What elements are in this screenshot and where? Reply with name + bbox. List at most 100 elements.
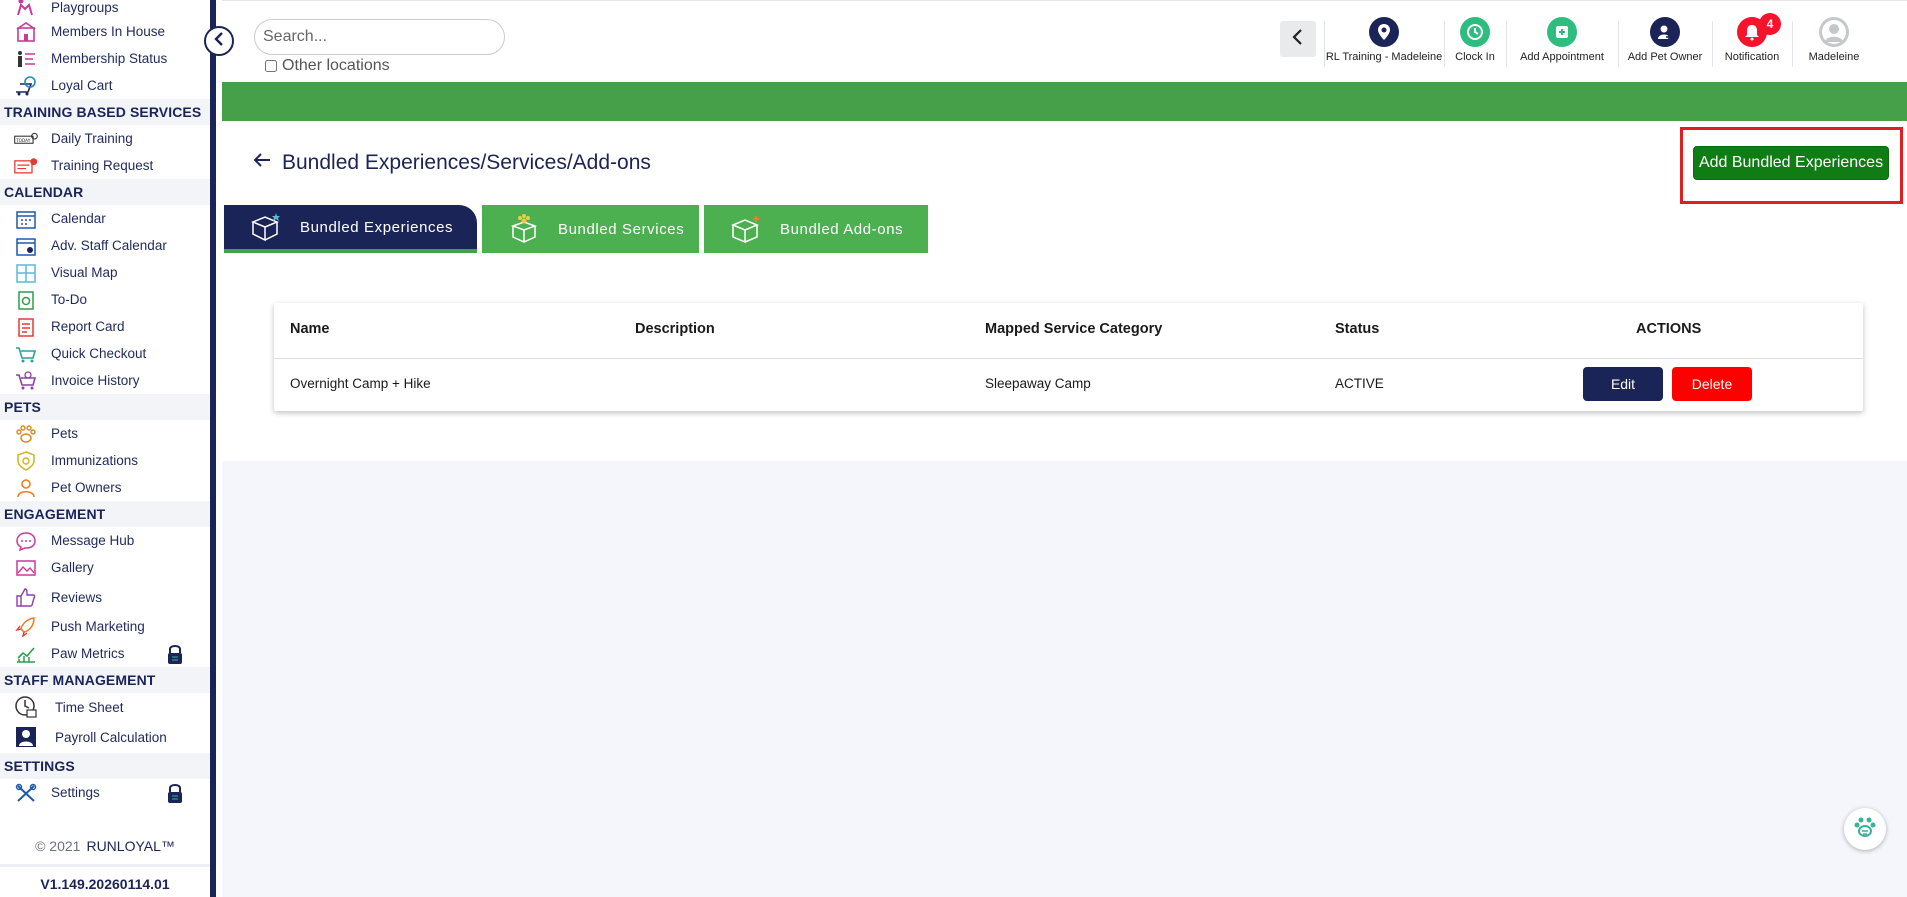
- sidebar-item-daily-training[interactable]: TODAY Daily Training: [0, 125, 210, 152]
- add-bundled-experiences-button[interactable]: Add Bundled Experiences: [1693, 146, 1889, 180]
- chevron-left-icon: [1291, 28, 1305, 51]
- user-name: Madeleine: [1808, 51, 1860, 63]
- header-separator: [1712, 21, 1713, 67]
- box-paw-icon: [506, 214, 542, 244]
- add-pet-owner-label: Add Pet Owner: [1627, 51, 1703, 63]
- sidebar-item-label: Adv. Staff Calendar: [51, 238, 167, 253]
- sidebar-item-label: Daily Training: [51, 131, 133, 146]
- sidebar-item-label: Loyal Cart: [51, 78, 113, 93]
- page-title-text: Bundled Experiences/Services/Add-ons: [282, 151, 651, 174]
- header-back-button[interactable]: [1280, 21, 1316, 57]
- clock-icon: [1460, 17, 1490, 47]
- sidebar-item-message-hub[interactable]: Message Hub: [0, 527, 210, 554]
- sidebar-item-visual-map[interactable]: Visual Map: [0, 259, 210, 286]
- sidebar-item-time-sheet[interactable]: Time Sheet: [0, 693, 210, 721]
- column-header-name: Name: [290, 321, 330, 337]
- tab-bundled-services[interactable]: Bundled Services: [482, 205, 699, 253]
- sidebar-item-gallery[interactable]: Gallery: [0, 554, 210, 581]
- lock-icon: [166, 782, 184, 804]
- location-selector[interactable]: RL Training - Madeleine: [1326, 17, 1442, 71]
- sidebar-item-payroll-calculation[interactable]: Payroll Calculation: [0, 721, 210, 753]
- calendar-icon: [14, 208, 38, 230]
- copyright: © 2021 RUNLOYAL™: [0, 838, 210, 854]
- sidebar-item-report-card[interactable]: Report Card: [0, 313, 210, 340]
- other-locations-label: Other locations: [282, 57, 390, 74]
- sidebar-divider: [0, 864, 210, 867]
- column-header-category: Mapped Service Category: [985, 321, 1163, 337]
- add-appointment-button[interactable]: Add Appointment: [1512, 17, 1612, 71]
- sidebar-item-pets[interactable]: Pets: [0, 420, 210, 447]
- chat-support-button[interactable]: [1844, 808, 1886, 850]
- sidebar-item-label: Membership Status: [51, 51, 168, 66]
- search-input[interactable]: [254, 19, 505, 55]
- cell-name: Overnight Camp + Hike: [290, 376, 431, 391]
- sidebar-item-reviews[interactable]: Reviews: [0, 581, 210, 613]
- add-user-icon: [1650, 17, 1680, 47]
- sidebar-item-settings[interactable]: Settings: [0, 779, 210, 806]
- sidebar-item-label: Immunizations: [51, 453, 139, 468]
- sidebar-item-calendar[interactable]: Calendar: [0, 205, 210, 232]
- sidebar-item-quick-checkout[interactable]: Quick Checkout: [0, 340, 210, 367]
- sidebar-item-membership-status[interactable]: Membership Status: [0, 45, 210, 72]
- sidebar-item-label: Training Request: [51, 158, 154, 173]
- checkout-icon: [14, 343, 38, 365]
- column-header-description: Description: [635, 321, 715, 337]
- sidebar-collapse-button[interactable]: [204, 26, 234, 56]
- sidebar-item-immunizations[interactable]: Immunizations: [0, 447, 210, 474]
- sidebar-item-playgroups[interactable]: Playgroups: [0, 0, 210, 18]
- tools-icon: [14, 782, 38, 804]
- tab-bundled-add-ons[interactable]: Bundled Add-ons: [704, 205, 928, 253]
- back-arrow-icon[interactable]: [252, 151, 272, 175]
- lock-icon: [166, 643, 184, 665]
- page-title: Bundled Experiences/Services/Add-ons: [252, 151, 651, 175]
- immunization-icon: [14, 450, 38, 472]
- sidebar-item-label: Settings: [51, 785, 100, 800]
- sidebar-item-push-marketing[interactable]: Push Marketing: [0, 613, 210, 640]
- column-header-status: Status: [1335, 321, 1380, 337]
- paw-icon: [1852, 815, 1878, 844]
- thumbs-up-icon: [14, 586, 38, 608]
- report-card-icon: [14, 316, 38, 338]
- sidebar-item-pet-owners[interactable]: Pet Owners: [0, 474, 210, 501]
- clock-in-button[interactable]: Clock In: [1450, 17, 1500, 71]
- copyright-brand: RUNLOYAL™: [86, 838, 175, 854]
- section-calendar: CALENDAR: [0, 179, 210, 205]
- metrics-icon: [14, 643, 38, 665]
- sidebar-item-paw-metrics[interactable]: Paw Metrics: [0, 640, 210, 667]
- tab-label: Bundled Experiences: [300, 218, 454, 236]
- training-request-icon: [14, 155, 38, 177]
- add-appointment-label: Add Appointment: [1520, 51, 1604, 63]
- notification-label: Notification: [1724, 51, 1780, 63]
- sidebar-item-members-in-house[interactable]: Members In House: [0, 18, 210, 45]
- cell-status: ACTIVE: [1335, 376, 1384, 391]
- bundles-table: Name Description Mapped Service Category…: [274, 303, 1863, 411]
- other-locations-checkbox[interactable]: [265, 60, 277, 72]
- chevron-left-icon: [212, 31, 226, 52]
- tab-bundled-experiences[interactable]: Bundled Experiences: [224, 205, 477, 253]
- sidebar-item-label: Calendar: [51, 211, 106, 226]
- sidebar-item-loyal-cart[interactable]: Loyal Cart: [0, 72, 210, 99]
- playgroups-icon: [14, 0, 38, 18]
- top-bar: Other locations RL Training - Madeleine …: [222, 0, 1907, 82]
- sidebar-item-label: Time Sheet: [55, 699, 124, 715]
- sidebar-item-label: Message Hub: [51, 533, 135, 548]
- user-profile-button[interactable]: Madeleine: [1798, 17, 1870, 71]
- sidebar-item-label: Gallery: [51, 560, 94, 575]
- section-training: TRAINING BASED SERVICES: [0, 99, 210, 125]
- sidebar-item-label: Invoice History: [51, 373, 140, 388]
- delete-button[interactable]: Delete: [1672, 367, 1752, 401]
- edit-button[interactable]: Edit: [1583, 367, 1663, 401]
- other-locations-toggle[interactable]: Other locations: [265, 57, 390, 75]
- header-separator: [1444, 21, 1445, 67]
- sidebar: Playgroups Members In House Membership S…: [0, 0, 216, 897]
- add-pet-owner-button[interactable]: Add Pet Owner: [1624, 17, 1706, 71]
- notification-button[interactable]: 4 Notification: [1718, 13, 1786, 71]
- box-plus-icon: [728, 214, 764, 244]
- column-header-actions: ACTIONS: [1636, 321, 1702, 337]
- sidebar-item-to-do[interactable]: To-Do: [0, 286, 210, 313]
- house-icon: [14, 21, 38, 43]
- box-star-icon: [248, 212, 284, 242]
- sidebar-item-invoice-history[interactable]: Invoice History: [0, 367, 210, 394]
- sidebar-item-adv-staff-calendar[interactable]: Adv. Staff Calendar: [0, 232, 210, 259]
- sidebar-item-training-request[interactable]: Training Request: [0, 152, 210, 179]
